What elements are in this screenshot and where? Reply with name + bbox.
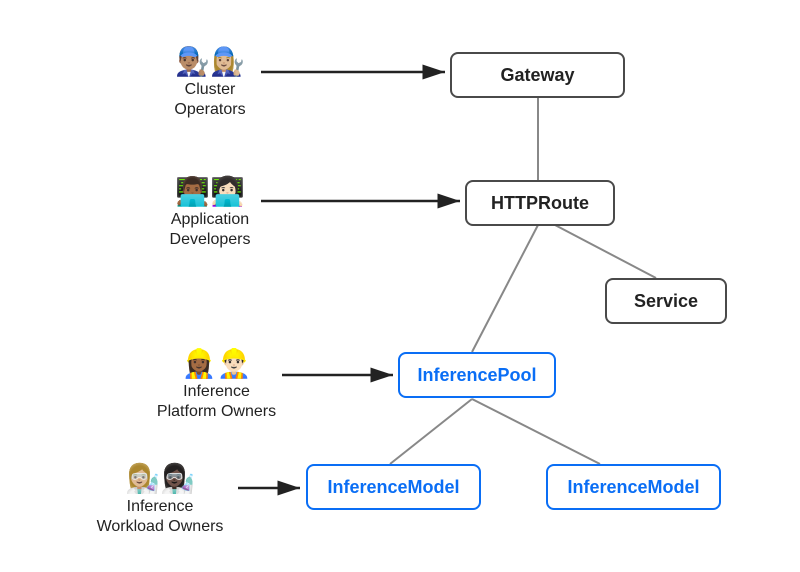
role-app-developers-line1: Application bbox=[171, 211, 249, 228]
role-app-developers-emoji: 👨🏾‍💻👩🏻‍💻 bbox=[155, 178, 265, 206]
node-gateway: Gateway bbox=[450, 52, 625, 98]
node-inferencemodel-right-label: InferenceModel bbox=[567, 477, 699, 498]
node-inferencepool: InferencePool bbox=[398, 352, 556, 398]
role-app-developers-line2: Developers bbox=[170, 231, 251, 248]
role-cluster-operators-line2: Operators bbox=[174, 101, 245, 118]
role-workload-owners-emoji: 👩🏼‍🔬👩🏿‍🔬 bbox=[80, 465, 240, 493]
node-service-label: Service bbox=[634, 291, 698, 312]
node-inferencemodel-left: InferenceModel bbox=[306, 464, 481, 510]
role-cluster-operators-emoji: 👨🏽‍🔧👩🏼‍🔧 bbox=[155, 48, 265, 76]
node-service: Service bbox=[605, 278, 727, 324]
node-gateway-label: Gateway bbox=[500, 65, 574, 86]
role-cluster-operators-line1: Cluster bbox=[185, 81, 236, 98]
role-workload-owners: 👩🏼‍🔬👩🏿‍🔬 Inference Workload Owners bbox=[80, 465, 240, 537]
role-platform-owners-line2: Platform Owners bbox=[157, 403, 276, 420]
node-inferencemodel-left-label: InferenceModel bbox=[327, 477, 459, 498]
role-workload-owners-line1: Inference bbox=[127, 498, 194, 515]
role-app-developers: 👨🏾‍💻👩🏻‍💻 Application Developers bbox=[155, 178, 265, 250]
node-httproute: HTTPRoute bbox=[465, 180, 615, 226]
role-platform-owners-emoji: 👷🏾‍♀️👷🏻‍♂️ bbox=[149, 350, 284, 378]
role-cluster-operators: 👨🏽‍🔧👩🏼‍🔧 Cluster Operators bbox=[155, 48, 265, 120]
node-inferencemodel-right: InferenceModel bbox=[546, 464, 721, 510]
node-httproute-label: HTTPRoute bbox=[491, 193, 589, 214]
role-platform-owners: 👷🏾‍♀️👷🏻‍♂️ Inference Platform Owners bbox=[149, 350, 284, 422]
role-platform-owners-line1: Inference bbox=[183, 383, 250, 400]
role-workload-owners-line2: Workload Owners bbox=[97, 518, 224, 535]
node-inferencepool-label: InferencePool bbox=[417, 365, 536, 386]
